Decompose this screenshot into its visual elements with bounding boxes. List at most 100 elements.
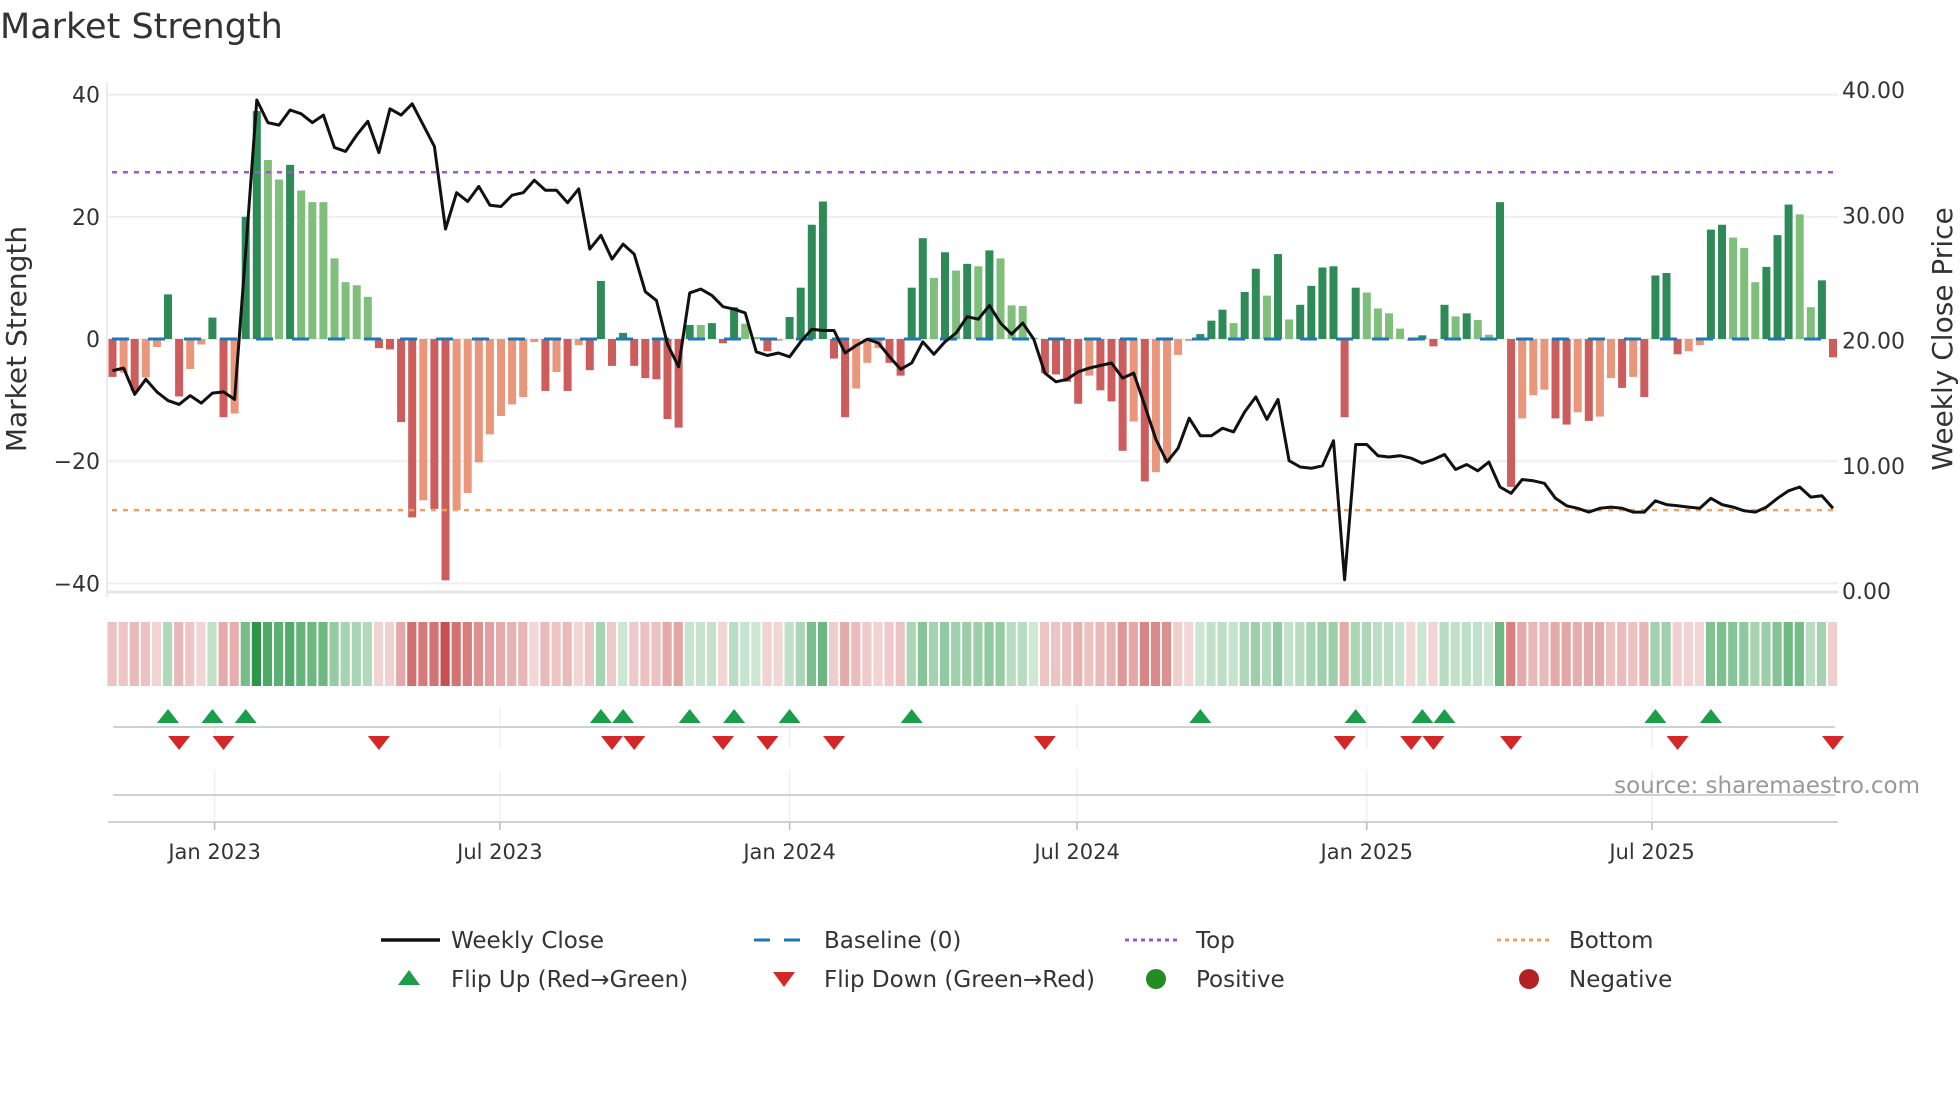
heat-cell (1328, 622, 1338, 686)
strength-bar (1817, 280, 1826, 339)
strength-bar (508, 339, 517, 405)
triangle-down-icon (773, 972, 795, 987)
heat-cell (1805, 622, 1815, 686)
heat-cell (262, 622, 273, 686)
strength-bar (763, 339, 772, 352)
strength-bar (963, 263, 972, 339)
heat-cell (1095, 622, 1105, 686)
heat-cell (1006, 622, 1016, 686)
strength-bar (641, 339, 650, 379)
heat-cell (1295, 622, 1305, 686)
strength-bar (441, 339, 450, 581)
flip-up-marker (900, 709, 923, 723)
heat-cell (129, 622, 139, 686)
strength-bar (1651, 275, 1660, 339)
strength-bar (1607, 339, 1615, 379)
heat-cell (706, 622, 717, 686)
strength-bar (352, 285, 361, 339)
strength-bar (263, 159, 272, 339)
heat-cell (1184, 622, 1194, 686)
x-tick-label: Jul 2025 (1607, 840, 1694, 864)
strength-bar (130, 339, 139, 391)
flip-up-marker (157, 709, 179, 723)
strength-bar (1163, 339, 1171, 463)
heat-cell (1816, 622, 1827, 686)
heat-cell (784, 622, 794, 686)
heat-cell (373, 622, 384, 686)
heat-cell (329, 622, 339, 686)
strength-bar (397, 339, 406, 423)
strength-bar (474, 339, 483, 463)
heat-cell (1705, 622, 1716, 686)
strength-bar (1240, 291, 1249, 339)
flip-down-marker (1033, 736, 1056, 750)
strength-bar (1107, 339, 1116, 402)
strength-bar (386, 339, 394, 350)
strength-bar (1784, 204, 1793, 339)
heat-cell (1395, 622, 1405, 686)
strength-bar (330, 258, 339, 339)
strength-bar (1340, 339, 1349, 418)
strength-bar (1218, 309, 1227, 339)
heat-cell (1506, 622, 1516, 686)
strength-bar (1052, 339, 1060, 375)
heat-cell (1284, 622, 1294, 686)
heat-cell (651, 622, 661, 686)
heat-cell (817, 622, 828, 686)
strength-bar (1440, 304, 1449, 339)
flip-up-marker (723, 709, 746, 723)
strength-bar (974, 266, 983, 339)
x-tick-label: Jan 2023 (166, 840, 261, 864)
legend: Weekly Close Baseline (0) Top Bottom Flip Up… (381, 928, 1672, 993)
strength-bar (485, 339, 494, 435)
heat-cell (1694, 622, 1704, 686)
heat-cell (174, 622, 184, 686)
heat-cell (1406, 622, 1416, 686)
strength-bar (1063, 339, 1072, 382)
strength-bar (186, 339, 195, 369)
flip-down-marker (168, 736, 191, 750)
strength-bar (1829, 339, 1837, 358)
strength-bar (1351, 287, 1360, 339)
heat-cell (1417, 622, 1427, 686)
strength-bar (175, 339, 184, 397)
heat-cell (1761, 622, 1771, 686)
heat-cell (862, 622, 872, 686)
heat-cell (396, 622, 406, 686)
strength-bar (1662, 273, 1671, 339)
heat-cell (296, 622, 306, 686)
strength-bar (818, 201, 827, 339)
strength-bar (1562, 339, 1571, 425)
strength-bar (652, 339, 661, 380)
heat-cell (318, 622, 328, 686)
flip-down-marker (1422, 736, 1445, 750)
heat-cell (951, 622, 961, 686)
strength-bar (1529, 339, 1538, 396)
heat-cell (507, 622, 517, 686)
heat-cell (718, 622, 728, 686)
heat-cell (906, 622, 916, 686)
heat-cell (1150, 622, 1161, 686)
y-axis-ticks: 40 20 0 −20 −40 40.00 30.00 20.00 10.00 0.00 (54, 79, 1905, 605)
strength-bar (1229, 323, 1238, 339)
y2-tick-label: 20.00 (1842, 330, 1905, 355)
flip-up-marker (1411, 709, 1434, 723)
strength-bar (1174, 339, 1183, 355)
heat-cell (695, 622, 705, 686)
heat-cell (917, 622, 927, 686)
flip-up-marker (778, 709, 801, 723)
strength-bar (497, 339, 505, 416)
strength-bar (1507, 339, 1516, 487)
strength-bar (585, 339, 594, 371)
heat-cell (1717, 622, 1727, 686)
heat-cell (1073, 622, 1083, 686)
strength-bar (1673, 339, 1682, 355)
chart-title: Market Strength (0, 7, 283, 47)
legend-negative-item: Negative (1519, 967, 1672, 993)
strength-bar (1462, 313, 1471, 339)
legend-close-item: Weekly Close (381, 928, 604, 954)
y-tick-label: −40 (54, 572, 100, 597)
strength-bar (1618, 339, 1627, 388)
heat-cell (1783, 622, 1793, 686)
flip-up-marker (1699, 709, 1722, 723)
